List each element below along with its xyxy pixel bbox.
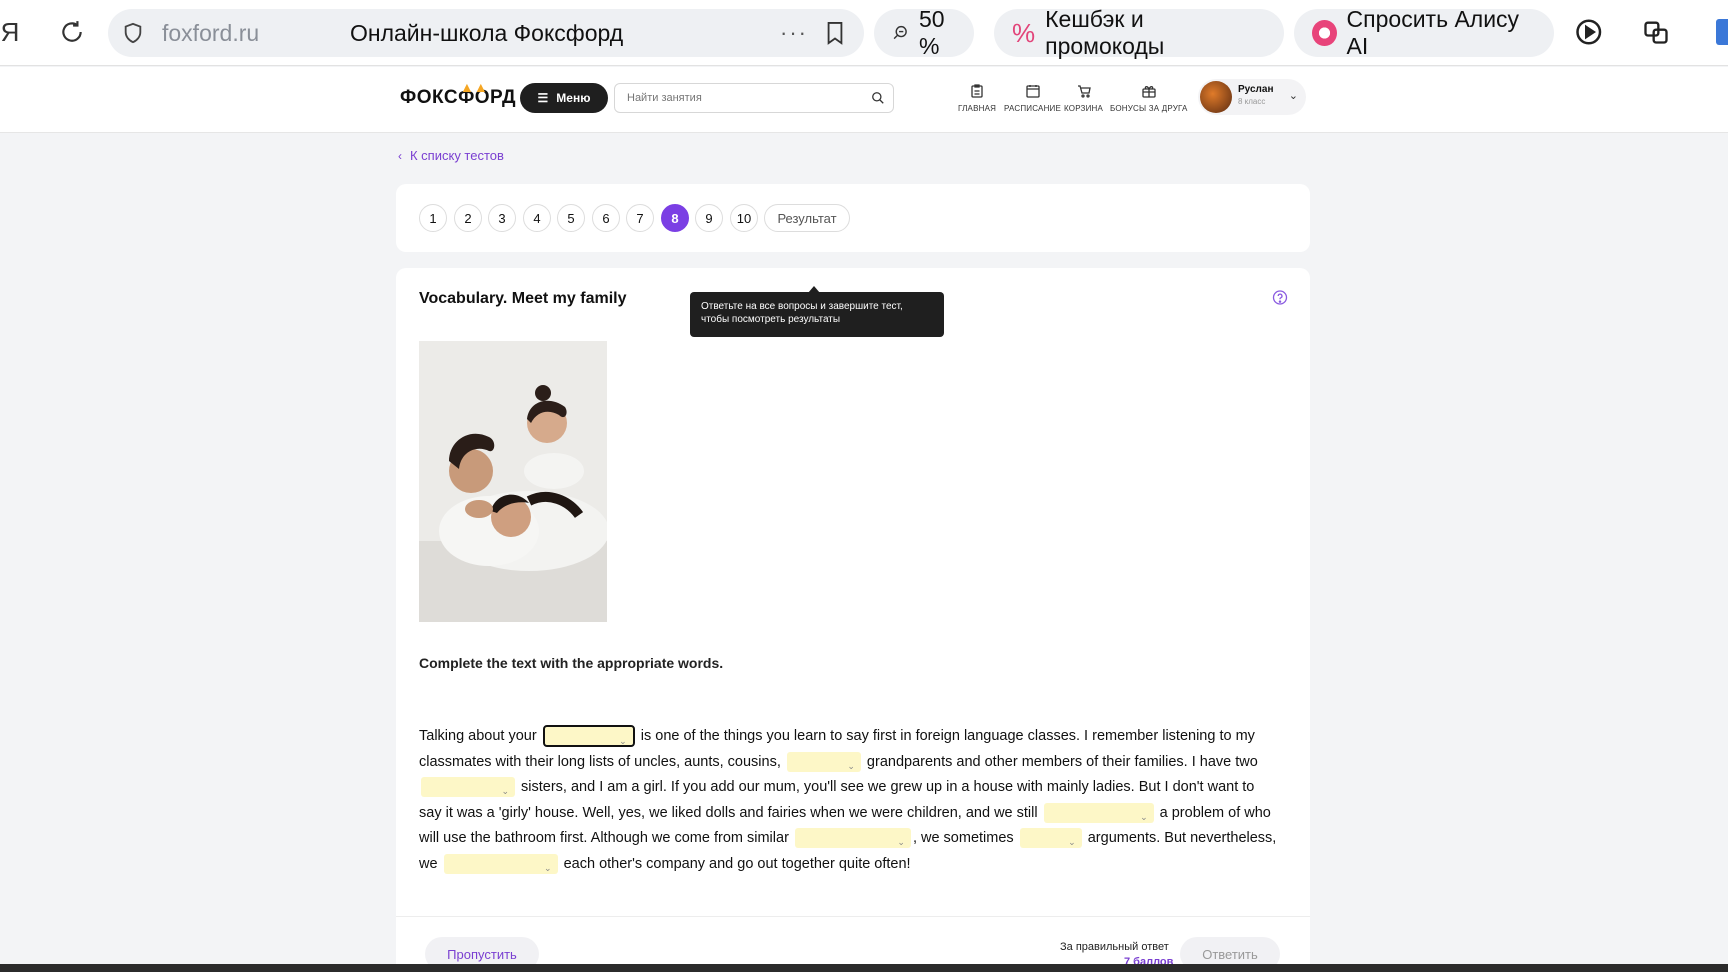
chevron-down-icon: ⌄ xyxy=(619,736,627,747)
user-menu[interactable]: Руслан 8 класс ⌄ xyxy=(1198,79,1306,115)
page-4[interactable]: 4 xyxy=(523,204,551,232)
help-icon[interactable] xyxy=(1272,290,1288,306)
browser-toolbar: Я foxford.ru Онлайн-школа Фоксфорд ··· 5… xyxy=(0,0,1728,66)
chevron-down-icon: ⌄ xyxy=(847,760,855,771)
question-pager: 1 2 3 4 5 6 7 8 9 10 Результат xyxy=(396,184,1310,252)
site-header: ФОКСФОРД ▲▲ ☰ Меню ГЛАВНАЯ РАСПИСАНИЕ КО… xyxy=(0,67,1728,133)
gap-2-select[interactable]: ⌄ xyxy=(786,751,861,772)
chevron-down-icon: ⌄ xyxy=(1068,837,1076,848)
footer-divider xyxy=(396,916,1310,917)
tab-title: Онлайн-школа Фоксфорд xyxy=(350,19,624,46)
chevron-down-icon: ⌄ xyxy=(897,837,905,848)
page-7[interactable]: 7 xyxy=(626,204,654,232)
media-play-icon[interactable] xyxy=(1572,14,1608,50)
page-3[interactable]: 3 xyxy=(488,204,516,232)
cashback-pill[interactable]: % Кешбэк и промокоды xyxy=(994,6,1284,59)
foxford-logo[interactable]: ФОКСФОРД xyxy=(400,87,516,109)
instruction: Complete the text with the appropriate w… xyxy=(419,655,724,671)
nav-home[interactable]: ГЛАВНАЯ xyxy=(958,84,996,113)
page-2[interactable]: 2 xyxy=(454,204,482,232)
page-result[interactable]: Результат xyxy=(764,204,850,232)
gap-7-select[interactable]: ⌄ xyxy=(443,853,558,874)
zoom-pill[interactable]: 50 % xyxy=(874,6,974,59)
chevron-down-icon: ⌄ xyxy=(1140,811,1148,822)
page-1[interactable]: 1 xyxy=(419,204,447,232)
page-5[interactable]: 5 xyxy=(557,204,585,232)
nav-bonus[interactable]: БОНУСЫ ЗА ДРУГА xyxy=(1110,84,1188,113)
more-icon[interactable]: ··· xyxy=(780,20,808,46)
zoom-level: 50 % xyxy=(918,6,945,59)
percent-icon: % xyxy=(1012,17,1036,48)
page-9[interactable]: 9 xyxy=(695,204,723,232)
zoom-icon xyxy=(893,25,907,40)
user-name: Руслан xyxy=(1238,84,1274,95)
nav-schedule[interactable]: РАСПИСАНИЕ xyxy=(1004,84,1061,113)
gift-icon xyxy=(1142,84,1156,101)
alice-icon xyxy=(1312,20,1337,46)
alice-pill[interactable]: Спросить Алису AI xyxy=(1294,6,1554,59)
translate-icon[interactable] xyxy=(1638,14,1674,50)
menu-button[interactable]: ☰ Меню xyxy=(520,83,608,113)
chevron-left-icon: ‹ xyxy=(398,148,402,163)
chevron-down-icon: ⌄ xyxy=(501,786,509,797)
cart-icon xyxy=(1077,84,1091,101)
page-10[interactable]: 10 xyxy=(730,204,758,232)
family-photo xyxy=(419,341,607,622)
alice-label: Спросить Алису AI xyxy=(1346,6,1520,59)
search-box[interactable] xyxy=(614,83,894,113)
reload-icon[interactable] xyxy=(54,14,90,50)
gap-4-select[interactable]: ⌄ xyxy=(1043,802,1154,823)
cashback-label: Кешбэк и промокоды xyxy=(1045,6,1165,59)
question-card: Vocabulary. Meet my family Ответьте на в… xyxy=(396,268,1310,972)
shield-icon xyxy=(122,21,144,50)
search-icon[interactable] xyxy=(871,91,885,105)
bookmark-icon[interactable] xyxy=(824,20,846,51)
search-input[interactable] xyxy=(627,92,857,104)
extension-icon[interactable] xyxy=(1708,14,1728,50)
back-to-tests-link[interactable]: ‹ К списку тестов xyxy=(398,148,504,163)
address-bar[interactable]: foxford.ru Онлайн-школа Фоксфорд ··· xyxy=(108,9,864,57)
chevron-down-icon: ⌄ xyxy=(1288,90,1298,102)
clipboard-icon xyxy=(971,84,983,101)
yandex-logo-icon[interactable]: Я xyxy=(0,14,28,50)
user-grade: 8 класс xyxy=(1238,97,1266,106)
page-8[interactable]: 8 xyxy=(661,204,689,232)
list-icon: ☰ xyxy=(537,91,549,105)
taskbar-strip xyxy=(0,964,1728,972)
result-tooltip: Ответьте на все вопросы и завершите тест… xyxy=(690,292,944,337)
gap-6-select[interactable]: ⌄ xyxy=(1019,828,1082,849)
gap-5-select[interactable]: ⌄ xyxy=(794,828,911,849)
passage: Talking about your ⌄ is one of the thing… xyxy=(419,724,1279,877)
avatar xyxy=(1200,81,1232,113)
gap-1-select[interactable]: ⌄ xyxy=(542,725,635,748)
fox-crown-icon: ▲▲ xyxy=(460,79,488,95)
calendar-icon xyxy=(1025,84,1040,101)
page-6[interactable]: 6 xyxy=(592,204,620,232)
url-domain: foxford.ru xyxy=(162,19,260,46)
nav-cart[interactable]: КОРЗИНА xyxy=(1064,84,1103,113)
points-label: За правильный ответ xyxy=(1060,941,1169,953)
gap-3-select[interactable]: ⌄ xyxy=(421,777,515,798)
question-title: Vocabulary. Meet my family xyxy=(419,290,627,307)
chevron-down-icon: ⌄ xyxy=(544,862,552,873)
